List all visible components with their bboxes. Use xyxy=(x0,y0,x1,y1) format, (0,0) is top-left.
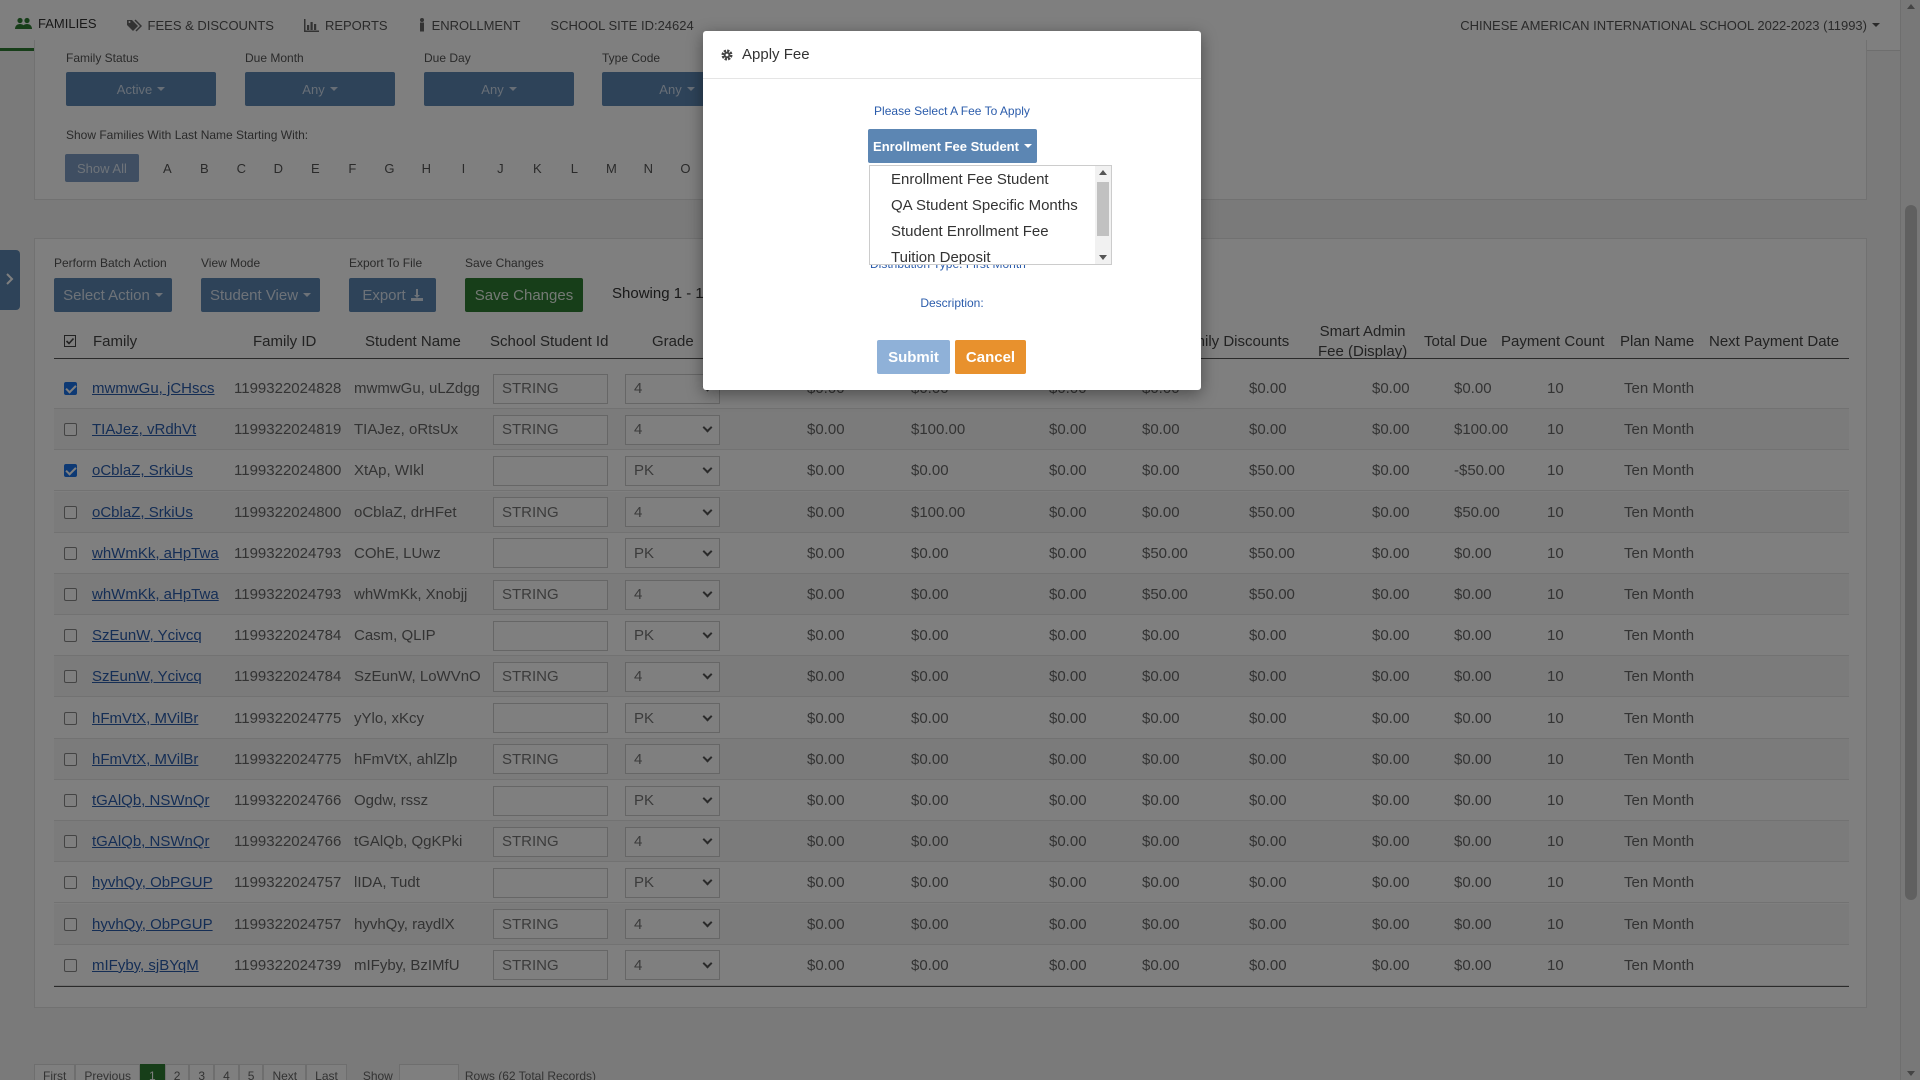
fee-options-list[interactable]: Enrollment Fee Student QA Student Specif… xyxy=(869,165,1112,265)
fee-option[interactable]: Tuition Deposit xyxy=(870,244,1111,265)
fee-list-scrollbar[interactable] xyxy=(1095,166,1111,264)
caret-down-icon xyxy=(1023,144,1032,148)
scroll-down-icon[interactable] xyxy=(1099,255,1107,260)
submit-button[interactable]: Submit xyxy=(877,340,950,374)
description-label: Description: xyxy=(920,296,984,310)
fee-select-value: Enrollment Fee Student xyxy=(873,138,1019,154)
fee-select-dropdown[interactable]: Enrollment Fee Student xyxy=(868,129,1037,163)
gear-icon xyxy=(720,48,734,62)
cancel-button[interactable]: Cancel xyxy=(955,340,1026,374)
fee-option[interactable]: Enrollment Fee Student xyxy=(870,166,1111,192)
fee-option[interactable]: QA Student Specific Months xyxy=(870,192,1111,218)
fee-list-scroll-thumb[interactable] xyxy=(1097,182,1109,236)
apply-fee-modal: Apply Fee Please Select A Fee To Apply E… xyxy=(703,31,1201,390)
modal-title: Apply Fee xyxy=(742,46,810,63)
scroll-up-icon[interactable] xyxy=(1099,170,1107,175)
fee-select-label: Please Select A Fee To Apply xyxy=(874,104,1030,118)
modal-header: Apply Fee xyxy=(703,31,1201,79)
fee-option[interactable]: Student Enrollment Fee xyxy=(870,218,1111,244)
